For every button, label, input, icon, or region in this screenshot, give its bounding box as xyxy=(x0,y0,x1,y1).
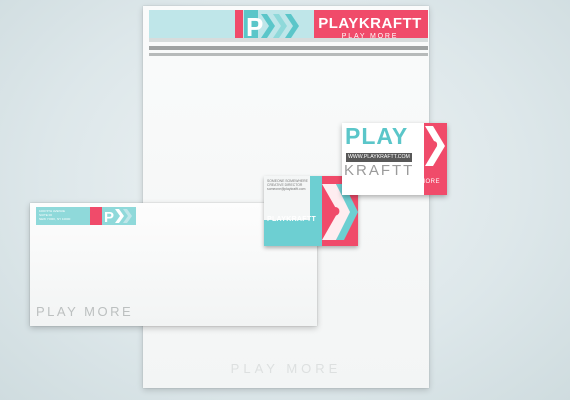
envelope-footer: PLAY MORE xyxy=(36,304,134,319)
envelope-pink-stripe xyxy=(90,207,102,225)
card-url: WWW.PLAYKRAFTT.COM xyxy=(348,154,410,160)
card-chevron-icon: P xyxy=(425,126,445,166)
card-tagline: PLAY MORE xyxy=(401,179,440,185)
envelope-logo-icon: P xyxy=(104,209,132,225)
svg-text:P: P xyxy=(427,139,438,156)
letterhead-rule xyxy=(149,46,428,50)
card-play-text: PLAY xyxy=(345,123,409,149)
contact-line: someone@playkraftt.com xyxy=(267,187,306,191)
letterhead-brand: PLAYKRAFTT xyxy=(318,15,422,32)
envelope-address: 1000 5TH AVENUE SUITE 00 NEW YORK, NY 10… xyxy=(39,209,89,221)
letterhead-footer: PLAY MORE xyxy=(230,361,342,376)
svg-text:P: P xyxy=(328,204,340,224)
card-contact: SOMEONE SOMEWHERE CREATIVE DIRECTOR some… xyxy=(267,179,308,191)
card-brand: PLAYKRAFTT xyxy=(267,216,317,223)
address-line: NEW YORK, NY 10000 xyxy=(39,217,71,221)
letterhead-rule-light xyxy=(149,38,428,42)
svg-text:P: P xyxy=(104,209,114,225)
letterhead-rule xyxy=(149,53,428,56)
card-kraftt-text: KRAFTT xyxy=(344,162,415,179)
business-card-large: P PLAY WWW.PLAYKRAFTT.COM KRAFTT PLAY MO… xyxy=(342,123,447,195)
